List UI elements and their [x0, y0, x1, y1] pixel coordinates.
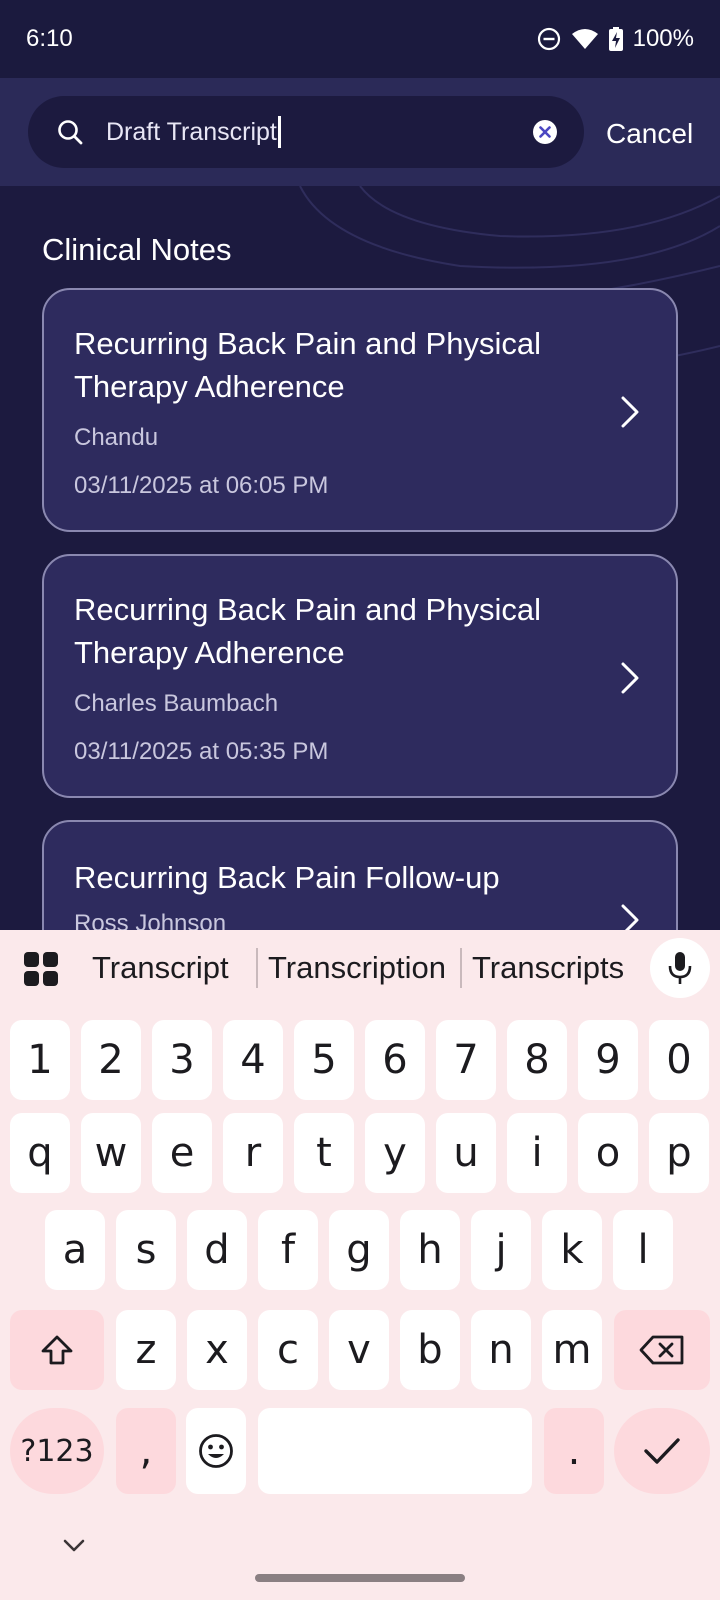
apps-grid-icon[interactable]: [24, 952, 58, 986]
number-key[interactable]: 9: [578, 1020, 638, 1100]
status-icons: 100%: [537, 25, 694, 53]
suggestion-strip: Transcript Transcription Transcripts: [0, 930, 720, 1006]
search-box[interactable]: Draft Transcript: [28, 96, 584, 168]
letter-key[interactable]: r: [223, 1113, 283, 1193]
voice-input-button[interactable]: [650, 938, 710, 998]
status-time: 6:10: [26, 25, 73, 52]
suggestion-item[interactable]: Transcripts: [472, 950, 624, 986]
letter-key[interactable]: e: [152, 1113, 212, 1193]
letter-key[interactable]: f: [258, 1210, 318, 1290]
collapse-keyboard-icon[interactable]: [62, 1538, 86, 1554]
backspace-icon: [639, 1335, 684, 1365]
number-key[interactable]: 7: [436, 1020, 496, 1100]
note-title: Recurring Back Pain and Physical Therapy…: [74, 326, 541, 404]
suggestion-item[interactable]: Transcript: [92, 950, 229, 986]
do-not-disturb-icon: [537, 27, 560, 51]
letter-key[interactable]: b: [400, 1310, 460, 1390]
emoji-icon: [199, 1434, 233, 1468]
status-bar: 6:10 100%: [0, 0, 720, 78]
note-author: Charles Baumbach: [74, 690, 279, 717]
letter-key[interactable]: u: [436, 1113, 496, 1193]
number-key[interactable]: 2: [81, 1020, 141, 1100]
letter-key[interactable]: j: [471, 1210, 531, 1290]
comma-key[interactable]: ,: [116, 1408, 176, 1494]
text-cursor: [277, 116, 281, 148]
space-key[interactable]: [258, 1408, 532, 1494]
number-key[interactable]: 6: [365, 1020, 425, 1100]
note-card[interactable]: Recurring Back Pain and Physical Therapy…: [42, 288, 678, 532]
suggestion-divider: [460, 948, 462, 988]
letter-key[interactable]: p: [649, 1113, 709, 1193]
note-card[interactable]: Recurring Back Pain and Physical Therapy…: [42, 554, 678, 798]
letter-key[interactable]: x: [187, 1310, 247, 1390]
letter-key[interactable]: d: [187, 1210, 247, 1290]
letter-key[interactable]: m: [542, 1310, 602, 1390]
letter-key[interactable]: a: [45, 1210, 105, 1290]
number-key[interactable]: 5: [294, 1020, 354, 1100]
letter-key[interactable]: n: [471, 1310, 531, 1390]
letter-key[interactable]: o: [578, 1113, 638, 1193]
suggestion-item[interactable]: Transcription: [268, 950, 446, 986]
note-date: 03/11/2025 at 06:05 PM: [74, 472, 329, 499]
backspace-key[interactable]: [614, 1310, 710, 1390]
clear-search-icon[interactable]: [532, 119, 558, 145]
chevron-right-icon: [621, 662, 639, 694]
symbols-key[interactable]: ?123: [10, 1408, 104, 1494]
letter-key[interactable]: v: [329, 1310, 389, 1390]
number-key[interactable]: 4: [223, 1020, 283, 1100]
battery-charging-icon: [608, 27, 623, 51]
letter-key[interactable]: s: [116, 1210, 176, 1290]
emoji-key[interactable]: [186, 1408, 246, 1494]
microphone-icon: [668, 952, 692, 984]
letter-key[interactable]: h: [400, 1210, 460, 1290]
letter-key[interactable]: t: [294, 1113, 354, 1193]
letter-key[interactable]: z: [116, 1310, 176, 1390]
wifi-icon: [571, 29, 598, 49]
number-key[interactable]: 8: [507, 1020, 567, 1100]
section-title: Clinical Notes: [42, 232, 232, 267]
note-author: Chandu: [74, 424, 159, 451]
letter-key[interactable]: y: [365, 1113, 425, 1193]
letter-key[interactable]: k: [542, 1210, 602, 1290]
shift-icon: [41, 1335, 73, 1365]
gesture-handle: [255, 1574, 465, 1582]
note-title: Recurring Back Pain and Physical Therapy…: [74, 592, 541, 670]
search-input[interactable]: Draft Transcript: [106, 116, 281, 148]
checkmark-icon: [644, 1438, 680, 1464]
search-icon: [58, 120, 83, 145]
shift-key[interactable]: [10, 1310, 104, 1390]
letter-key[interactable]: l: [613, 1210, 673, 1290]
note-date: 03/11/2025 at 05:35 PM: [74, 738, 329, 765]
cancel-button[interactable]: Cancel: [606, 118, 693, 150]
letter-key[interactable]: q: [10, 1113, 70, 1193]
letter-key[interactable]: i: [507, 1113, 567, 1193]
letter-key[interactable]: w: [81, 1113, 141, 1193]
suggestion-divider: [256, 948, 258, 988]
number-key[interactable]: 0: [649, 1020, 709, 1100]
chevron-right-icon: [621, 396, 639, 428]
letter-key[interactable]: g: [329, 1210, 389, 1290]
note-title: Recurring Back Pain Follow-up: [74, 860, 500, 895]
letter-key[interactable]: c: [258, 1310, 318, 1390]
search-header: Draft Transcript Cancel: [0, 78, 720, 186]
number-key[interactable]: 3: [152, 1020, 212, 1100]
battery-percent: 100%: [632, 25, 694, 52]
number-key[interactable]: 1: [10, 1020, 70, 1100]
done-key[interactable]: [614, 1408, 710, 1494]
search-input-value: Draft Transcript: [106, 117, 277, 146]
period-key[interactable]: .: [544, 1408, 604, 1494]
